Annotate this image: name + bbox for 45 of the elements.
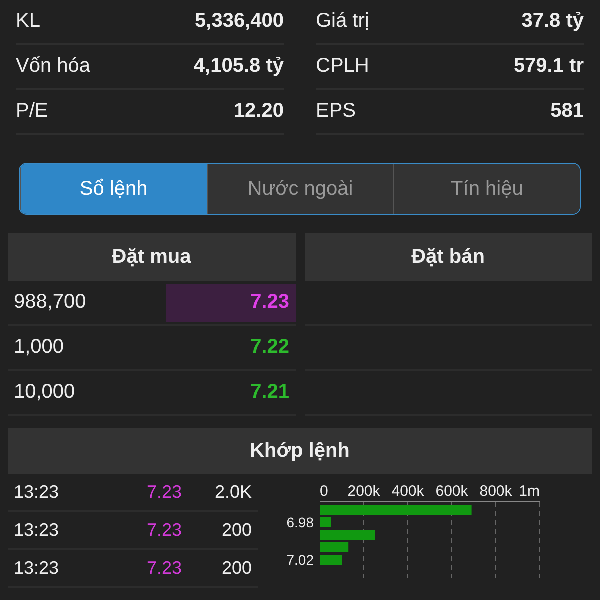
stat-label: P/E [16, 100, 48, 123]
bid-volume: 1,000 [13, 336, 64, 359]
matched-header: Khớp lệnh [8, 428, 592, 474]
trade-time: 13:23 [14, 558, 60, 578]
trade-volume: 200 [220, 558, 252, 578]
bid-volume: 988,700 [13, 291, 86, 314]
tab[interactable]: Tín hiệu [393, 164, 580, 214]
stat-label: EPS [316, 100, 356, 123]
volume-bar [320, 518, 331, 528]
tick-label: 0 [320, 483, 328, 500]
tick-label: 200k [348, 483, 380, 500]
bid-price: 7.22 [250, 336, 290, 359]
stat-value: 5,336,400 [195, 10, 284, 33]
volume-bar [320, 555, 342, 565]
trade-volume: 2.0K [214, 482, 252, 502]
bid-volume: 10,000 [13, 381, 76, 404]
price-label: 6.98 [286, 514, 314, 530]
trade-time: 13:23 [14, 520, 60, 540]
tab[interactable]: Sổ lệnh [20, 164, 207, 214]
bid-price: 7.21 [250, 381, 290, 404]
trade-price: 7.23 [146, 520, 182, 540]
tab[interactable]: Nước ngoài [206, 164, 394, 214]
buy-header: Đặt mua [8, 233, 296, 281]
stat-label: KL [16, 10, 40, 33]
stat-value: 4,105.8 tỷ [194, 55, 284, 78]
tick-label: 400k [392, 483, 424, 500]
stat-value: 581 [550, 100, 584, 123]
trade-price: 7.23 [146, 558, 182, 578]
stat-label: Vốn hóa [16, 55, 91, 78]
stat-label: CPLH [316, 55, 370, 78]
stat-value: 37.8 tỷ [522, 10, 584, 33]
trade-volume: 200 [220, 520, 252, 540]
stat-value: 579.1 tr [514, 55, 584, 78]
trade-price: 7.23 [146, 482, 182, 502]
trade-time: 13:23 [14, 482, 60, 502]
volume-bar [320, 530, 375, 540]
stat-label: Giá trị [316, 10, 370, 33]
sell-header: Đặt bán [304, 233, 592, 281]
tick-label: 600k [436, 483, 468, 500]
tick-label: 1m [519, 483, 540, 500]
bid-price: 7.23 [250, 291, 290, 314]
stat-value: 12.20 [234, 100, 284, 123]
price-label: 7.02 [286, 552, 314, 568]
volume-bar [320, 542, 349, 552]
tick-label: 800k [480, 483, 512, 500]
